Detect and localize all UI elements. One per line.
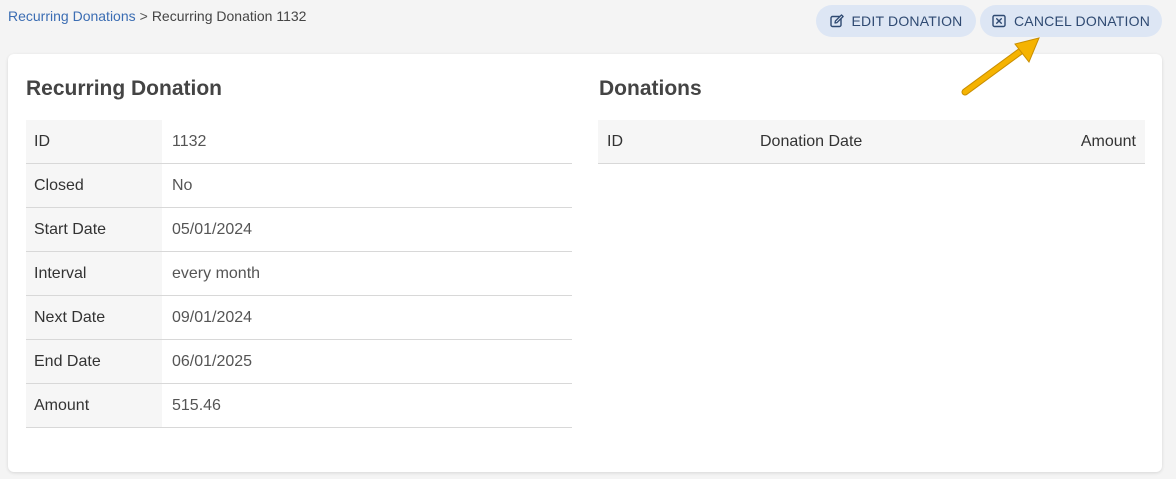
- detail-value: 06/01/2025: [172, 352, 253, 370]
- breadcrumb: Recurring Donations > Recurring Donation 1…: [8, 8, 306, 25]
- column-header-donation-date[interactable]: Donation Date: [760, 133, 1025, 151]
- donations-table-header: ID Donation Date Amount: [598, 120, 1145, 164]
- detail-label: Closed: [26, 164, 162, 207]
- detail-label: Amount: [26, 384, 162, 427]
- content-card: Recurring Donation ID 1132 Closed No Sta…: [8, 54, 1162, 472]
- close-box-icon: [992, 14, 1006, 28]
- detail-label: ID: [26, 120, 162, 163]
- detail-value: 515.46: [172, 396, 221, 414]
- column-header-id[interactable]: ID: [598, 133, 760, 151]
- detail-row-end-date: End Date 06/01/2025: [26, 340, 572, 384]
- edit-donation-button[interactable]: EDIT DONATION: [816, 5, 976, 37]
- detail-label: Start Date: [26, 208, 162, 251]
- edit-donation-label: EDIT DONATION: [851, 13, 963, 29]
- detail-row-amount: Amount 515.46: [26, 384, 572, 428]
- detail-value: No: [172, 176, 193, 194]
- breadcrumb-separator: >: [139, 8, 148, 24]
- detail-value: every month: [172, 264, 261, 282]
- detail-value: 05/01/2024: [172, 220, 253, 238]
- donations-title: Donations: [599, 77, 702, 100]
- cancel-donation-label: CANCEL DONATION: [1013, 13, 1150, 29]
- detail-row-interval: Interval every month: [26, 252, 572, 296]
- cancel-donation-button[interactable]: CANCEL DONATION: [980, 5, 1162, 37]
- edit-icon: [829, 14, 844, 28]
- breadcrumb-link-recurring-donations[interactable]: Recurring Donations: [8, 8, 136, 24]
- recurring-details-table: ID 1132 Closed No Start Date 05/01/2024 …: [26, 120, 572, 428]
- pointer-arrow-annotation: [961, 37, 1040, 96]
- detail-value: 09/01/2024: [172, 308, 253, 326]
- detail-value: 1132: [172, 132, 207, 150]
- breadcrumb-current: Recurring Donation 1132: [151, 8, 307, 24]
- detail-label: Interval: [26, 252, 162, 295]
- detail-label: End Date: [26, 340, 162, 383]
- detail-row-closed: Closed No: [26, 164, 572, 208]
- detail-row-id: ID 1132: [26, 120, 572, 164]
- donations-table: ID Donation Date Amount: [598, 120, 1145, 164]
- detail-row-start-date: Start Date 05/01/2024: [26, 208, 572, 252]
- column-header-amount[interactable]: Amount: [1025, 133, 1145, 151]
- detail-row-next-date: Next Date 09/01/2024: [26, 296, 572, 340]
- detail-label: Next Date: [26, 296, 162, 339]
- recurring-donation-title: Recurring Donation: [26, 77, 223, 100]
